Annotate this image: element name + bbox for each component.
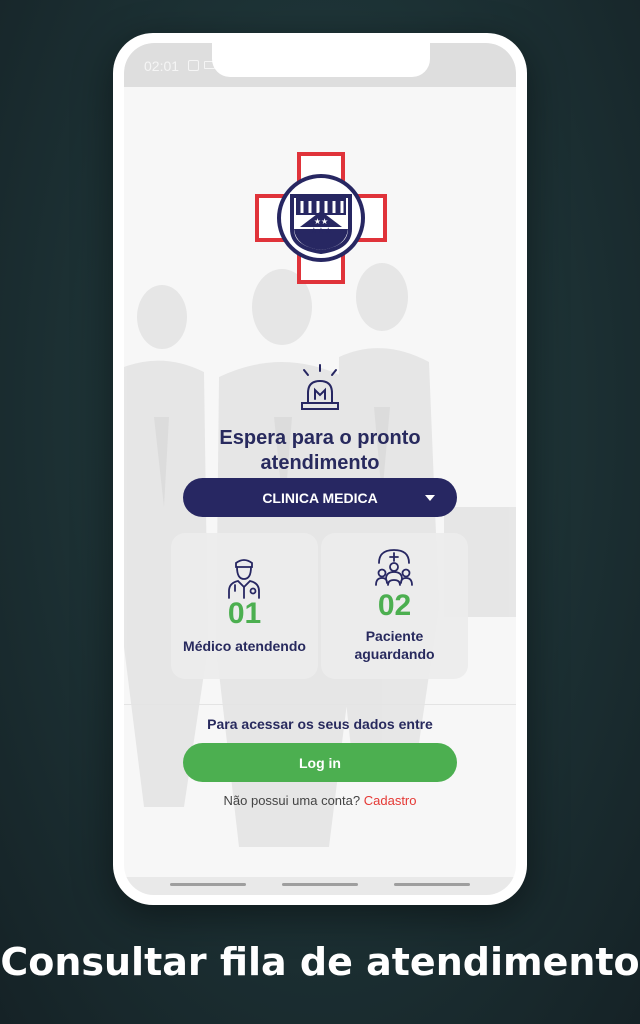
doctor-icon bbox=[228, 559, 260, 599]
patients-icon bbox=[375, 549, 413, 586]
patients-waiting-card: 02 Paciente aguardando bbox=[321, 533, 468, 679]
divider bbox=[124, 704, 516, 705]
svg-text:★★: ★★ bbox=[314, 217, 328, 226]
doctors-count: 01 bbox=[227, 597, 262, 630]
nav-home[interactable] bbox=[282, 883, 358, 886]
doctors-attending-card: 01 Médico atendendo bbox=[171, 533, 318, 679]
access-prompt: Para acessar os seus dados entre bbox=[207, 716, 433, 732]
app-screen: 02:01 ★★ ★★★ Espera para o pronto atendi… bbox=[124, 43, 516, 895]
patients-label-line-2: aguardando bbox=[354, 646, 435, 662]
title-line-2: atendimento bbox=[260, 452, 380, 474]
promo-caption: Consultar fila de atendimento bbox=[0, 940, 640, 984]
specialty-select-value: CLINICA MEDICA bbox=[262, 489, 378, 506]
hospital-logo: ★★ ★★★ bbox=[255, 152, 387, 284]
patients-label-line-1: Paciente bbox=[365, 628, 424, 644]
signup-question: Não possui uma conta? bbox=[223, 793, 361, 808]
signup-link[interactable]: Cadastro bbox=[364, 793, 417, 808]
phone-frame: 02:01 ★★ ★★★ Espera para o pronto atendi… bbox=[113, 33, 527, 905]
svg-text:★★★: ★★★ bbox=[310, 226, 332, 235]
page-title: Espera para o pronto atendimento bbox=[194, 426, 446, 476]
signup-prompt: Não possui uma conta? Cadastro bbox=[124, 793, 516, 808]
title-line-1: Espera para o pronto bbox=[219, 427, 421, 449]
system-nav-bar bbox=[124, 877, 516, 895]
dropdown-caret-icon bbox=[425, 495, 435, 501]
alarm-siren-icon bbox=[301, 364, 339, 410]
login-button[interactable]: Log in bbox=[183, 743, 457, 782]
nav-back[interactable] bbox=[394, 883, 470, 886]
nav-recent-apps[interactable] bbox=[170, 883, 246, 886]
patients-count: 02 bbox=[377, 589, 412, 622]
specialty-select[interactable]: CLINICA MEDICA bbox=[183, 478, 457, 517]
patients-label: Paciente aguardando bbox=[321, 627, 468, 663]
doctors-label: Médico atendendo bbox=[183, 638, 306, 654]
